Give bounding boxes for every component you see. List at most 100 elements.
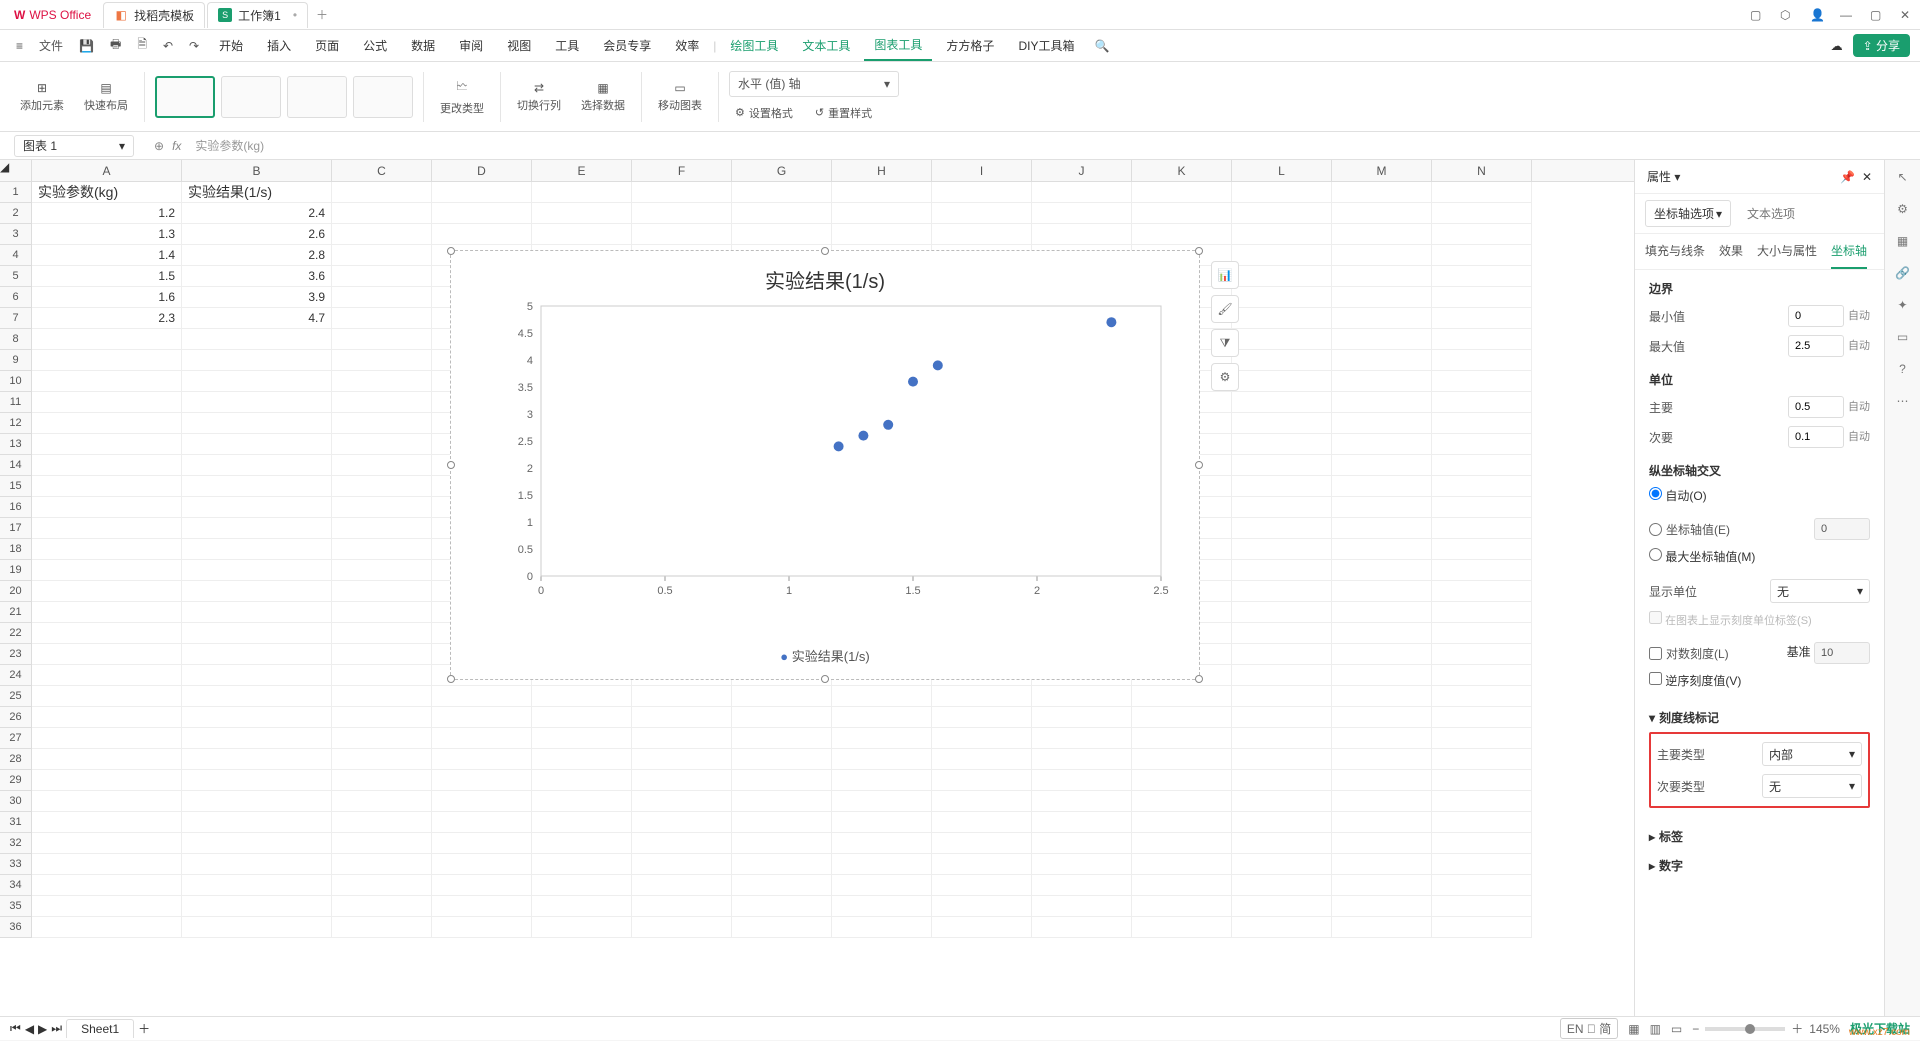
cell[interactable] bbox=[32, 854, 182, 875]
col-header-L[interactable]: L bbox=[1232, 160, 1332, 181]
cell[interactable] bbox=[332, 791, 432, 812]
help-tool-icon[interactable]: ? bbox=[1899, 362, 1906, 376]
cell[interactable] bbox=[1032, 833, 1132, 854]
cell[interactable] bbox=[1432, 392, 1532, 413]
cell[interactable] bbox=[732, 707, 832, 728]
tick-section-toggle[interactable]: ▾ 刻度线标记 bbox=[1649, 703, 1870, 732]
cell[interactable] bbox=[832, 728, 932, 749]
cell[interactable] bbox=[1232, 266, 1332, 287]
row-header[interactable]: 19 bbox=[0, 560, 32, 581]
cell[interactable] bbox=[32, 455, 182, 476]
cell[interactable] bbox=[182, 497, 332, 518]
cell[interactable] bbox=[1332, 455, 1432, 476]
cell[interactable] bbox=[182, 665, 332, 686]
cell[interactable] bbox=[1232, 287, 1332, 308]
tab-formula[interactable]: 公式 bbox=[353, 31, 397, 60]
prop-tab-size[interactable]: 大小与属性 bbox=[1757, 234, 1817, 269]
tab-chart-tools[interactable]: 图表工具 bbox=[864, 30, 932, 61]
tick-minor-select[interactable]: 无▾ bbox=[1762, 774, 1862, 798]
cell[interactable] bbox=[332, 770, 432, 791]
zoom-in-button[interactable]: ＋ bbox=[1791, 1020, 1803, 1037]
cell[interactable] bbox=[1232, 833, 1332, 854]
row-header[interactable]: 28 bbox=[0, 749, 32, 770]
cell[interactable] bbox=[1432, 329, 1532, 350]
cell[interactable] bbox=[1232, 770, 1332, 791]
preview-icon[interactable]: 🗎 bbox=[131, 31, 153, 60]
cell[interactable]: 3.6 bbox=[182, 266, 332, 287]
cell[interactable]: 实验参数(kg) bbox=[32, 182, 182, 203]
cell[interactable] bbox=[732, 728, 832, 749]
cell[interactable] bbox=[532, 770, 632, 791]
cell[interactable] bbox=[1432, 917, 1532, 938]
tab-text-tools[interactable]: 文本工具 bbox=[792, 31, 860, 60]
cell[interactable] bbox=[1432, 371, 1532, 392]
tab-efficiency[interactable]: 效率 bbox=[665, 31, 709, 60]
cell[interactable] bbox=[532, 875, 632, 896]
cell[interactable] bbox=[32, 413, 182, 434]
row-header[interactable]: 9 bbox=[0, 350, 32, 371]
cell[interactable]: 2.6 bbox=[182, 224, 332, 245]
cell[interactable] bbox=[182, 434, 332, 455]
cell[interactable] bbox=[332, 728, 432, 749]
share-button[interactable]: ⇪ 分享 bbox=[1853, 34, 1910, 57]
cell[interactable] bbox=[732, 896, 832, 917]
cell[interactable] bbox=[532, 686, 632, 707]
cell[interactable] bbox=[32, 329, 182, 350]
col-header-A[interactable]: A bbox=[32, 160, 182, 181]
row-header[interactable]: 27 bbox=[0, 728, 32, 749]
cell[interactable] bbox=[332, 287, 432, 308]
chart-preset-1[interactable] bbox=[155, 76, 215, 118]
cell[interactable] bbox=[182, 476, 332, 497]
cell[interactable] bbox=[432, 707, 532, 728]
chart-element-select[interactable]: 水平 (值) 轴 ▾ bbox=[729, 71, 899, 97]
cross-auto-radio[interactable]: 自动(O) bbox=[1649, 489, 1707, 503]
cell[interactable] bbox=[632, 896, 732, 917]
redo-icon[interactable]: ↷ bbox=[183, 35, 205, 57]
row-header[interactable]: 13 bbox=[0, 434, 32, 455]
cell[interactable] bbox=[1432, 623, 1532, 644]
cell[interactable] bbox=[1432, 266, 1532, 287]
cell[interactable] bbox=[1332, 350, 1432, 371]
cell[interactable] bbox=[832, 707, 932, 728]
cell[interactable] bbox=[1432, 791, 1532, 812]
cell[interactable] bbox=[632, 812, 732, 833]
chart-plot-area[interactable]: 00.511.522.533.544.5500.511.522.5 bbox=[481, 296, 1181, 626]
cell[interactable] bbox=[1432, 497, 1532, 518]
cell[interactable] bbox=[1332, 644, 1432, 665]
cell[interactable] bbox=[1332, 833, 1432, 854]
log-scale-checkbox[interactable]: 对数刻度(L) bbox=[1649, 645, 1729, 662]
cell[interactable] bbox=[432, 686, 532, 707]
cell[interactable] bbox=[832, 770, 932, 791]
cell[interactable] bbox=[182, 791, 332, 812]
cell[interactable] bbox=[1232, 686, 1332, 707]
cell[interactable] bbox=[632, 917, 732, 938]
cell[interactable] bbox=[32, 392, 182, 413]
cell[interactable] bbox=[1432, 854, 1532, 875]
row-header[interactable]: 15 bbox=[0, 476, 32, 497]
zoom-slider[interactable] bbox=[1705, 1027, 1785, 1031]
cell[interactable] bbox=[1332, 497, 1432, 518]
chart-title[interactable]: 实验结果(1/s) bbox=[451, 265, 1199, 294]
cell[interactable] bbox=[182, 560, 332, 581]
cell[interactable] bbox=[332, 707, 432, 728]
row-header[interactable]: 7 bbox=[0, 308, 32, 329]
cell[interactable] bbox=[182, 329, 332, 350]
cell[interactable] bbox=[732, 770, 832, 791]
cell[interactable] bbox=[1132, 812, 1232, 833]
cell[interactable] bbox=[1432, 182, 1532, 203]
cell[interactable] bbox=[1232, 707, 1332, 728]
cell[interactable] bbox=[732, 791, 832, 812]
cell[interactable] bbox=[1432, 413, 1532, 434]
cell[interactable] bbox=[1232, 560, 1332, 581]
cell[interactable] bbox=[932, 707, 1032, 728]
cell[interactable] bbox=[1332, 518, 1432, 539]
cell[interactable] bbox=[632, 707, 732, 728]
cell[interactable] bbox=[1432, 812, 1532, 833]
cell[interactable] bbox=[932, 728, 1032, 749]
cell[interactable]: 2.3 bbox=[32, 308, 182, 329]
cell[interactable] bbox=[1032, 224, 1132, 245]
cell[interactable]: 1.2 bbox=[32, 203, 182, 224]
cell[interactable] bbox=[1132, 203, 1232, 224]
cell[interactable] bbox=[1432, 350, 1532, 371]
cell[interactable] bbox=[1432, 749, 1532, 770]
